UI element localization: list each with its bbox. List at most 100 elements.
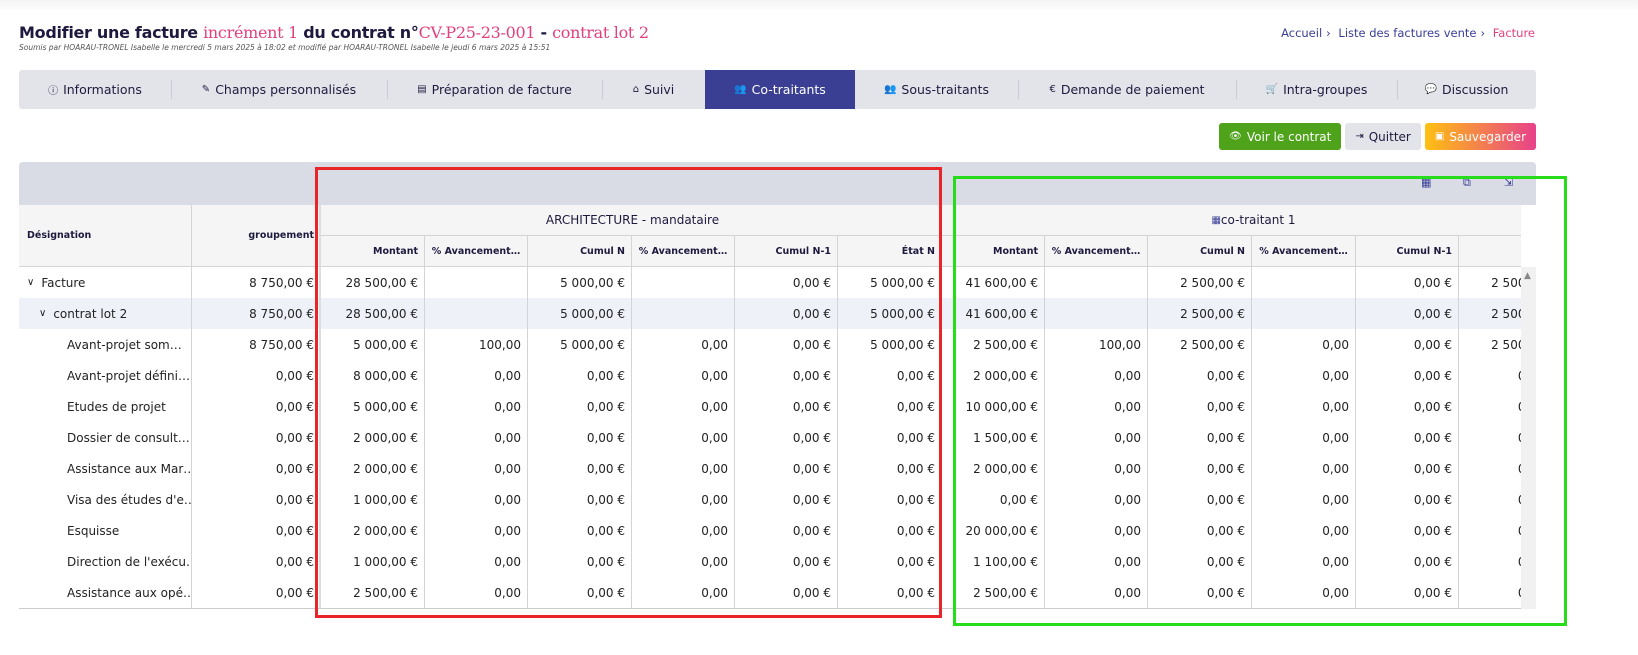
cell-value[interactable]: 0,00 €	[1148, 391, 1252, 422]
cell-value[interactable]	[1252, 267, 1356, 298]
cell-value[interactable]: 0,00 €	[1459, 422, 1521, 453]
cell-value[interactable]: 0,00 €	[1356, 422, 1459, 453]
cell-value[interactable]: 0,00 €	[1356, 298, 1459, 329]
column-header[interactable]: Montant	[321, 236, 425, 267]
cell-value[interactable]: 0,00	[1045, 577, 1148, 608]
cell-value[interactable]: 5 000,00 €	[528, 267, 632, 298]
cell-value[interactable]: 0,00	[1045, 391, 1148, 422]
cell-value[interactable]: 0,00 €	[528, 422, 632, 453]
cell-value[interactable]: 5 000,00 €	[838, 267, 942, 298]
cell-value[interactable]: 10 000,00 €	[942, 391, 1045, 422]
column-header[interactable]: % Avancement…	[632, 236, 735, 267]
cell-value[interactable]: 1 000,00 €	[321, 546, 425, 577]
scroll-up-icon[interactable]: ▲	[1524, 271, 1531, 281]
cell-value[interactable]: 0,00 €	[528, 484, 632, 515]
cell-value[interactable]: 0,00 €	[838, 422, 942, 453]
copy-icon[interactable]: ⧉	[1463, 176, 1471, 190]
cell-value[interactable]: 0,00 €	[735, 329, 838, 360]
cell-value[interactable]: 5 000,00 €	[321, 329, 425, 360]
cell-value[interactable]: 0,00 €	[838, 515, 942, 546]
cell-value[interactable]: 0,00	[1252, 577, 1356, 608]
cell-value[interactable]: 2 000,00 €	[942, 360, 1045, 391]
cell-value[interactable]: 0,00 €	[1148, 422, 1252, 453]
cell-value[interactable]: 0,00	[1045, 515, 1148, 546]
cell-value[interactable]: 0,00	[1045, 484, 1148, 515]
tab-demande-de-paiement[interactable]: € Demande de paiement	[1018, 70, 1236, 109]
cell-value[interactable]: 0,00	[1045, 453, 1148, 484]
cell-value[interactable]: 0,00	[632, 515, 735, 546]
column-header[interactable]: Montant	[942, 236, 1045, 267]
cell-value[interactable]: 0,00 €	[528, 515, 632, 546]
column-header[interactable]: Cumul N-1	[735, 236, 838, 267]
cell-value[interactable]: 0,00 €	[735, 577, 838, 608]
column-header[interactable]: Cumul N	[1148, 236, 1252, 267]
cell-value[interactable]: 0,00	[632, 360, 735, 391]
chevron-down-icon[interactable]: ∨	[39, 308, 46, 319]
cell-value[interactable]: 100,00	[425, 329, 528, 360]
cell-value[interactable]: 0,00	[425, 360, 528, 391]
cell-value[interactable]: 0,00	[425, 484, 528, 515]
cell-value[interactable]: 2 000,00 €	[321, 515, 425, 546]
cell-value[interactable]: 0,00 €	[1459, 546, 1521, 577]
cell-value[interactable]: 1 500,00 €	[942, 422, 1045, 453]
quit-button[interactable]: ⇥ Quitter	[1345, 123, 1421, 150]
cell-value[interactable]: 0,00	[1252, 422, 1356, 453]
cell-value[interactable]: 0,00 €	[735, 546, 838, 577]
cell-value[interactable]: 0,00 €	[1356, 546, 1459, 577]
cell-value[interactable]: 0,00	[1252, 546, 1356, 577]
cell-value[interactable]	[1045, 267, 1148, 298]
cell-value[interactable]: 0,00 €	[1356, 577, 1459, 608]
cell-value[interactable]	[1252, 298, 1356, 329]
cell-value[interactable]: 0,00	[1252, 484, 1356, 515]
cell-value[interactable]: 0,00 €	[838, 546, 942, 577]
cell-value[interactable]: 0,00	[632, 422, 735, 453]
cell-value[interactable]	[1045, 298, 1148, 329]
cell-value[interactable]: 0,00	[425, 515, 528, 546]
cell-value[interactable]: 1 000,00 €	[321, 484, 425, 515]
cell-value[interactable]: 2 500,00 €	[1148, 267, 1252, 298]
export-icon[interactable]: ⇲	[1504, 176, 1513, 189]
cell-value[interactable]: 0,00 €	[735, 360, 838, 391]
cell-value[interactable]: 2 000,00 €	[321, 453, 425, 484]
cell-value[interactable]: 2 500,00 €	[1148, 329, 1252, 360]
cell-value[interactable]: 2 500,00 €	[321, 577, 425, 608]
cell-value[interactable]: 0,00 €	[1459, 391, 1521, 422]
cell-value[interactable]: 0,00 €	[735, 515, 838, 546]
cell-value[interactable]: 0,00 €	[1459, 577, 1521, 608]
cell-value[interactable]: 0,00 €	[1356, 515, 1459, 546]
cell-value[interactable]: 2 000,00 €	[942, 453, 1045, 484]
column-header-groupement[interactable]: groupement	[192, 205, 321, 267]
cell-value[interactable]: 0,00 €	[528, 577, 632, 608]
cell-value[interactable]: 0,00 €	[528, 391, 632, 422]
breadcrumb-invoices[interactable]: Liste des factures vente	[1338, 26, 1476, 40]
cell-value[interactable]: 0,00 €	[1356, 267, 1459, 298]
column-header-designation[interactable]: Désignation	[19, 205, 192, 267]
cell-value[interactable]	[425, 298, 528, 329]
cell-value[interactable]: 0,00	[632, 453, 735, 484]
tab-co-traitants[interactable]: 👥 Co-traitants	[705, 70, 855, 109]
cell-value[interactable]: 0,00	[1252, 453, 1356, 484]
cell-value[interactable]: 0,00 €	[735, 422, 838, 453]
view-contract-button[interactable]: 👁 Voir le contrat	[1219, 123, 1342, 150]
column-header[interactable]	[1459, 236, 1521, 267]
cell-value[interactable]: 5 000,00 €	[321, 391, 425, 422]
cell-value[interactable]: 0,00 €	[735, 298, 838, 329]
chevron-down-icon[interactable]: ∨	[27, 277, 34, 288]
cell-value[interactable]: 41 600,00 €	[942, 298, 1045, 329]
tab-informations[interactable]: ⓘ Informations	[19, 70, 171, 109]
cell-value[interactable]: 0,00 €	[838, 391, 942, 422]
cell-value[interactable]: 100,00	[1045, 329, 1148, 360]
cell-value[interactable]: 5 000,00 €	[528, 329, 632, 360]
cell-value[interactable]: 0,00	[632, 546, 735, 577]
cell-value[interactable]: 0,00	[1252, 360, 1356, 391]
breadcrumb-home[interactable]: Accueil	[1281, 26, 1322, 40]
cell-value[interactable]: 28 500,00 €	[321, 298, 425, 329]
cell-value[interactable]: 0,00 €	[1356, 453, 1459, 484]
cell-value[interactable]: 0,00	[1045, 360, 1148, 391]
tab-intra-groupes[interactable]: 🛒 Intra-groupes	[1236, 70, 1397, 109]
cell-value[interactable]: 0,00	[425, 422, 528, 453]
cell-value[interactable]: 0,00 €	[838, 484, 942, 515]
cell-value[interactable]: 0,00 €	[735, 453, 838, 484]
cell-value[interactable]: 0,00 €	[1459, 360, 1521, 391]
cell-value[interactable]: 0,00 €	[1356, 360, 1459, 391]
